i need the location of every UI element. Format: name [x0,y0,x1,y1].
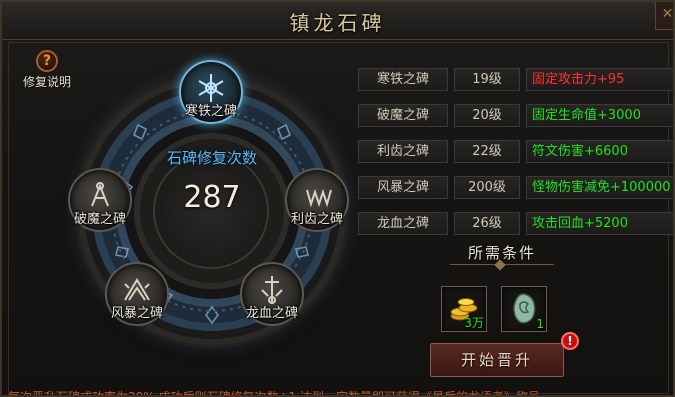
node-label: 龙血之碑 [245,306,298,321]
repair-count-value: 287 [183,180,241,215]
stat-bonus: 攻击回血+5200 [526,212,673,235]
stat-name: 寒铁之碑 [358,68,448,91]
stat-row: 龙血之碑 26级 攻击回血+5200 [358,212,673,235]
item-qty: 3万 [464,316,484,330]
node-demon-breaker[interactable]: 破魔之碑 [68,168,132,232]
title-bar: 镇龙石碑 ✕ [2,2,673,40]
bottom-notice: 每次晋升石碑成功率为30%,成功后则石碑修复次数+1,达到一定数量即可获得《最后… [8,390,540,397]
alert-icon: ! [561,332,579,350]
node-label: 破魔之碑 [73,212,126,227]
stat-level: 20级 [454,104,520,127]
question-icon[interactable]: ? [36,50,58,72]
stat-name: 利齿之碑 [358,140,448,163]
stat-level: 19级 [454,68,520,91]
item-slot-jade[interactable]: 1 [501,286,547,332]
node-storm[interactable]: 风暴之碑 [105,262,169,326]
stat-level: 200级 [454,176,520,199]
requirements-divider [450,264,554,270]
repair-help-label: 修复说明 [22,75,71,89]
node-label: 利齿之碑 [290,212,343,227]
stat-bonus: 符文伤害+6600 [526,140,673,163]
stat-bonus: 固定攻击力+95 [526,68,673,91]
stat-row: 破魔之碑 20级 固定生命值+3000 [358,104,673,127]
stat-row: 寒铁之碑 19级 固定攻击力+95 [358,68,673,91]
stat-row: 风暴之碑 200级 怪物伤害减免+100000 [358,176,673,199]
node-dragon-blood[interactable]: 龙血之碑 [240,262,304,326]
node-frost-iron[interactable]: 寒铁之碑 [179,60,243,124]
node-sharp-tooth[interactable]: 利齿之碑 [285,168,349,232]
stat-name: 破魔之碑 [358,104,448,127]
stat-level: 22级 [454,140,520,163]
start-promotion-button[interactable]: 开始晋升 [430,343,564,377]
repair-help[interactable]: ? 修复说明 [16,50,78,90]
stat-name: 龙血之碑 [358,212,448,235]
stele-panel: 镇龙石碑 ✕ ? 修复说明 石碑修复次数 287 寒铁之碑 破魔之碑 利齿之碑 … [0,0,675,397]
repair-count-label: 石碑修复次数 [166,149,257,167]
item-qty: 1 [536,317,544,331]
requirements-title: 所需条件 [467,244,536,262]
stat-level: 26级 [454,212,520,235]
stele-stats-table: 寒铁之碑 19级 固定攻击力+95 破魔之碑 20级 固定生命值+3000 利齿… [358,68,673,248]
stat-bonus: 怪物伤害减免+100000 [526,176,673,199]
node-label: 寒铁之碑 [184,104,237,119]
close-icon[interactable]: ✕ [655,2,673,30]
stat-bonus: 固定生命值+3000 [526,104,673,127]
panel-title: 镇龙石碑 [289,11,386,35]
stat-row: 利齿之碑 22级 符文伤害+6600 [358,140,673,163]
stat-name: 风暴之碑 [358,176,448,199]
node-label: 风暴之碑 [110,306,163,321]
item-slot-gold[interactable]: 3万 [441,286,487,332]
